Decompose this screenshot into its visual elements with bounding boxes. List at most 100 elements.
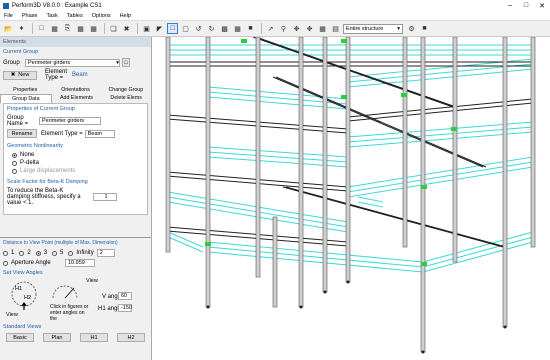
tab-add-elements[interactable]: Add Elements <box>52 94 102 103</box>
color-icon[interactable]: ■ <box>419 23 430 34</box>
chevron-down-icon: ▾ <box>116 59 119 66</box>
tag-icon[interactable]: ♦ <box>16 23 27 34</box>
distance-2-label: 2 <box>27 250 31 256</box>
structure-select[interactable]: Entire structure ▾ <box>343 23 403 34</box>
open-icon[interactable]: 📂 <box>3 23 14 34</box>
measure-icon[interactable]: ↗ <box>265 23 276 34</box>
distance-inf-label: Infinity <box>76 250 94 256</box>
tab-change-group[interactable]: Change Group <box>101 86 151 94</box>
aperture-label: Aperture Angle <box>11 260 51 266</box>
box-icon[interactable]: ■ <box>245 23 256 34</box>
group-name-label: Group Name = <box>7 115 29 127</box>
panel-header: Elements <box>0 37 151 47</box>
current-group-title: Current Group <box>3 49 39 55</box>
distance-3-label: 3 <box>43 250 48 256</box>
h1-angle-field[interactable]: -150 <box>118 304 132 312</box>
table-icon[interactable]: ▦ <box>88 23 99 34</box>
view-3d-icon[interactable]: ▣ <box>141 23 152 34</box>
group-label: Group <box>3 59 20 66</box>
close-icon: ✖ <box>10 72 16 78</box>
view-plan-button[interactable]: Plan <box>43 333 71 342</box>
aperture-radio[interactable] <box>3 260 8 266</box>
app-icon <box>3 2 9 9</box>
menu-phase[interactable]: Phase <box>22 13 38 19</box>
view-plan-icon[interactable]: ▢ <box>180 23 191 34</box>
new-icon[interactable]: □ <box>36 23 47 34</box>
distance-3-radio[interactable] <box>35 250 41 256</box>
view-frame-icon[interactable]: □ <box>167 23 178 34</box>
distance-field[interactable]: 2 <box>96 249 115 257</box>
tab-group-data[interactable]: Group Data <box>0 94 52 103</box>
view-label-1: View <box>6 312 18 318</box>
toolbar: 📂 ♦ □ ▦ ⎘ ▦ ▦ ❏ ✖ ▣ ◤ □ ▢ ↺ ↻ ▩ ▦ ■ ↗ ⚲ … <box>0 21 550 37</box>
distance-title: Distance to View Point (multiple of Max.… <box>3 240 118 246</box>
zoom-icon[interactable]: ⚲ <box>278 23 289 34</box>
distance-1-label: 1 <box>11 250 15 256</box>
section-icon[interactable]: ▦ <box>317 23 328 34</box>
scale-field[interactable]: 1 <box>93 193 117 201</box>
view-basic-button[interactable]: Basic <box>6 333 34 342</box>
geom-pdelta-label: P-delta <box>20 160 40 166</box>
elevation-angle-figure[interactable] <box>50 278 80 304</box>
view-elevation-icon[interactable]: ◤ <box>154 23 165 34</box>
view-h2-button[interactable]: H2 <box>117 333 145 342</box>
copy-icon[interactable]: ❏ <box>108 23 119 34</box>
tab-orientations[interactable]: Orientations <box>50 86 100 94</box>
menu-help[interactable]: Help <box>120 13 131 19</box>
distance-inf-radio[interactable] <box>68 250 74 256</box>
distance-1-radio[interactable] <box>3 250 8 256</box>
standard-views-title: Standard Views <box>3 324 42 330</box>
menu-tables[interactable]: Tables <box>67 13 83 19</box>
element-type-value: Beam <box>72 72 88 78</box>
h2-label: H2 <box>24 295 32 301</box>
view-h1-button[interactable]: H1 <box>80 333 108 342</box>
left-panel: Elements Current Group Group Perimeter g… <box>0 37 152 360</box>
delete-icon[interactable]: ✖ <box>121 23 132 34</box>
tab-properties[interactable]: Properties <box>0 86 50 94</box>
minimize-icon[interactable]: – <box>502 0 518 11</box>
maximize-icon[interactable]: □ <box>518 0 534 11</box>
model-viewport[interactable] <box>153 37 550 360</box>
distance-5-radio[interactable] <box>52 250 58 256</box>
aperture-field[interactable]: 10.959 <box>65 259 95 267</box>
element-type2-label: Element Type = <box>41 130 83 137</box>
group-refresh-button[interactable]: □ <box>122 58 130 67</box>
print-icon[interactable]: ⎘ <box>62 23 73 34</box>
nodes-icon[interactable]: ▩ <box>219 23 230 34</box>
distance-2-radio[interactable] <box>19 250 25 256</box>
properties-title: Properties of Current Group <box>7 106 75 112</box>
rename-button[interactable]: Rename <box>7 129 37 138</box>
set-view-title: Set View Angles <box>3 270 43 276</box>
close-icon[interactable]: ✕ <box>534 0 550 11</box>
element-type2-value: Beam <box>84 129 115 138</box>
rotate-right-icon[interactable]: ↻ <box>206 23 217 34</box>
menu-file[interactable]: File <box>4 13 13 19</box>
scale-title: Scale Factor for Beta-K Damping <box>7 179 88 185</box>
h1-label: H1 <box>15 286 23 292</box>
geom-none-radio[interactable] <box>12 152 17 158</box>
title-bar: Perform3D V8.0.0 : Example CS1 – □ ✕ <box>0 0 550 11</box>
menu-options[interactable]: Options <box>92 13 111 19</box>
image-icon[interactable]: ▦ <box>75 23 86 34</box>
window-title: Perform3D V8.0.0 : Example CS1 <box>12 2 102 9</box>
group-select[interactable]: Perimeter girders ▾ <box>25 58 120 67</box>
grid-icon[interactable]: ▦ <box>232 23 243 34</box>
new-group-button[interactable]: ✖ New <box>3 70 37 80</box>
element-type-label: Element Type = <box>45 69 68 81</box>
click-text: Click in figures or enter angles on the <box>50 304 89 322</box>
geom-pdelta-radio[interactable] <box>12 160 17 166</box>
layer-icon[interactable]: ▤ <box>330 23 341 34</box>
geom-large-radio <box>12 168 17 174</box>
geom-none-label: None <box>20 152 35 158</box>
save-icon[interactable]: ▦ <box>49 23 60 34</box>
tab-delete-elems[interactable]: Delete Elems <box>101 94 151 103</box>
geom-title: Geometric Nonlinearity <box>7 143 63 149</box>
v-angle-field[interactable]: 60 <box>118 292 132 300</box>
orbit-icon[interactable]: ✥ <box>291 23 302 34</box>
menu-task[interactable]: Task <box>46 13 57 19</box>
rotate-left-icon[interactable]: ↺ <box>193 23 204 34</box>
group-name-field[interactable]: Perimeter girders <box>39 117 101 125</box>
structure-model <box>165 37 536 354</box>
settings-icon[interactable]: ⚙ <box>406 23 417 34</box>
pan-icon[interactable]: ✥ <box>304 23 315 34</box>
